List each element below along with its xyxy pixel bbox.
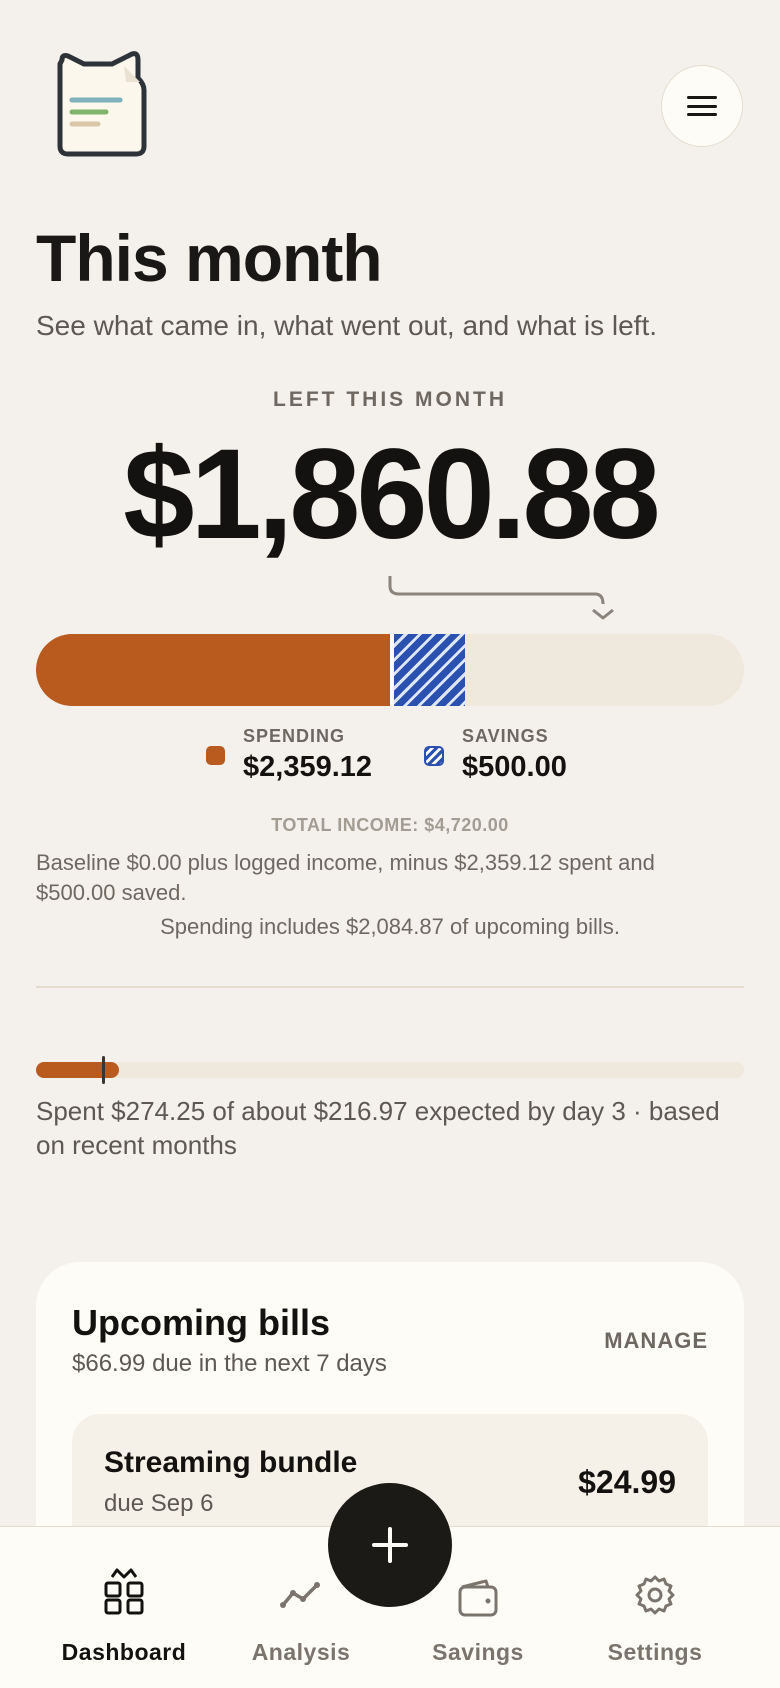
spending-amount: $2,359.12 xyxy=(243,751,373,783)
bill-due-date: due Sep 6 xyxy=(104,1490,214,1517)
spending-bar-segment xyxy=(36,634,390,706)
bills-subtitle: $66.99 due in the next 7 days xyxy=(72,1350,387,1377)
nav-analysis-label: Analysis xyxy=(251,1639,351,1665)
spending-swatch xyxy=(206,746,225,765)
expected-pace-marker xyxy=(102,1056,105,1084)
savings-bar-segment xyxy=(390,634,465,706)
pace-note: Spent $274.25 of about $216.97 expected … xyxy=(36,1096,720,1160)
left-this-month-label: LEFT THIS MONTH xyxy=(273,388,507,411)
gear-icon xyxy=(635,1575,675,1615)
spending-label: SPENDING xyxy=(243,726,346,746)
nav-settings[interactable]: Settings xyxy=(575,1527,735,1688)
nav-dashboard-label: Dashboard xyxy=(61,1639,187,1665)
savings-amount: $500.00 xyxy=(462,751,567,783)
notepad-cat-icon xyxy=(54,50,150,158)
budget-breakdown-bar xyxy=(36,634,744,706)
upcoming-bills-note: Spending includes $2,084.87 of upcoming … xyxy=(160,914,620,939)
bill-amount: $24.99 xyxy=(578,1464,676,1500)
nav-savings-label: Savings xyxy=(432,1639,524,1665)
trend-line-icon xyxy=(280,1582,320,1608)
wallet-icon xyxy=(458,1579,498,1617)
nav-settings-label: Settings xyxy=(607,1639,703,1665)
left-this-month-amount: $1,860.88 xyxy=(123,423,660,566)
spending-legend: SPENDING $2,359.12 xyxy=(206,726,372,784)
add-entry-button[interactable] xyxy=(328,1483,452,1607)
savings-swatch xyxy=(424,746,444,766)
total-income: TOTAL INCOME: $4,720.00 xyxy=(271,815,509,835)
bills-title: Upcoming bills xyxy=(72,1302,331,1343)
menu-button[interactable] xyxy=(661,65,743,147)
bill-name: Streaming bundle xyxy=(104,1446,358,1479)
spending-pace-bar xyxy=(36,1056,744,1084)
nav-dashboard[interactable]: Dashboard xyxy=(44,1527,204,1688)
spending-pace-fill xyxy=(36,1062,119,1078)
hamburger-menu-icon xyxy=(687,96,717,116)
plus-icon xyxy=(372,1527,408,1563)
baseline-note: Baseline $0.00 plus logged income, minus… xyxy=(36,850,655,905)
curved-arrow-icon xyxy=(388,576,614,620)
page-title: This month xyxy=(36,221,383,295)
manage-bills-button[interactable]: MANAGE xyxy=(604,1328,708,1354)
savings-legend: SAVINGS $500.00 xyxy=(424,726,567,784)
savings-label: SAVINGS xyxy=(462,726,549,746)
section-divider xyxy=(36,986,744,988)
page-subtitle: See what came in, what went out, and wha… xyxy=(36,310,658,341)
dashboard-grid-icon xyxy=(104,1568,144,1615)
